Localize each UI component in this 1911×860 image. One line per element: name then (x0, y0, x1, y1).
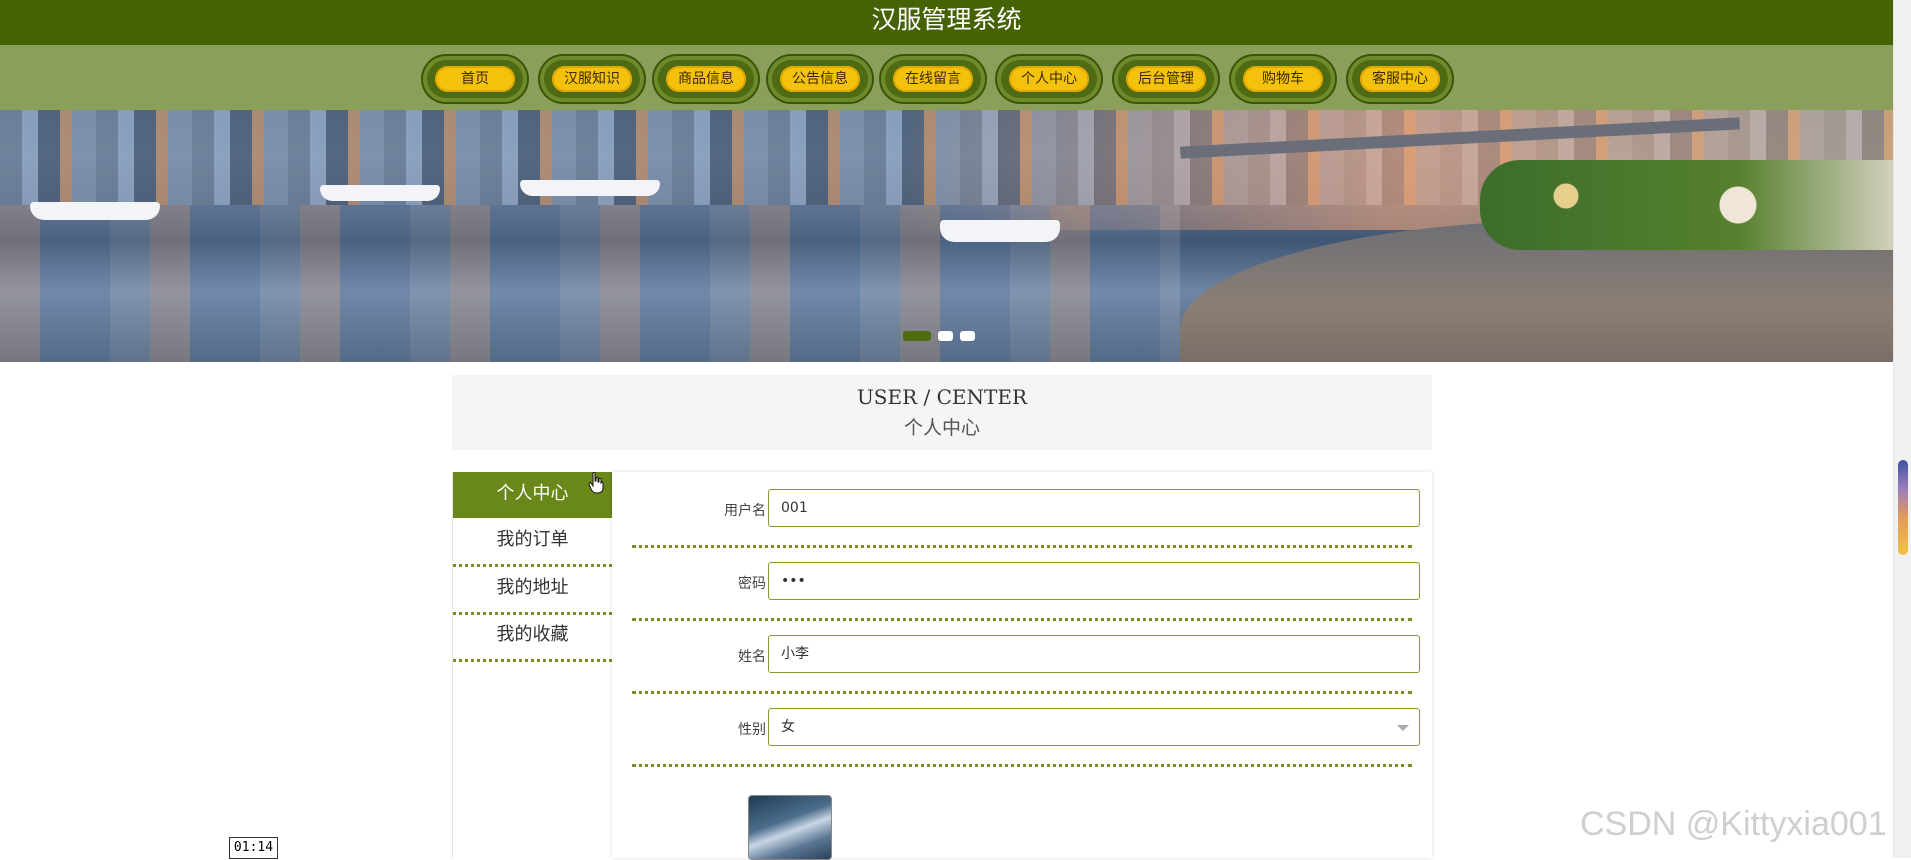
chevron-down-icon (1397, 725, 1409, 731)
banner-boat (30, 202, 160, 220)
nav-item-hanfu-knowledge[interactable]: 汉服知识 (540, 56, 644, 102)
banner-flowers (1480, 160, 1893, 250)
sidebar-item-orders[interactable]: 我的订单 (453, 518, 612, 567)
password-label: 密码 (738, 576, 766, 592)
sidebar: 个人中心 我的订单 我的地址 我的收藏 (452, 472, 612, 858)
nav-item-user-center[interactable]: 个人中心 (997, 56, 1101, 102)
section-title-en: USER / CENTER (856, 385, 1028, 409)
sidebar-item-label: 我的收藏 (496, 624, 569, 645)
section-title-cn: 个人中心 (903, 417, 980, 439)
nav-label: 个人中心 (1009, 66, 1089, 92)
nav-item-products[interactable]: 商品信息 (654, 56, 758, 102)
nav-item-customer-service[interactable]: 客服中心 (1348, 56, 1452, 102)
watermark: CSDN @Kittyxia001 (1580, 805, 1887, 843)
username-input[interactable]: 001 (768, 489, 1420, 527)
scrollbar-thumb[interactable] (1898, 460, 1908, 555)
scrollbar[interactable] (1893, 0, 1911, 858)
nav-item-home[interactable]: 首页 (423, 56, 527, 102)
banner-boat (320, 185, 440, 201)
carousel-dot[interactable] (960, 331, 975, 341)
section-header: USER / CENTER 个人中心 (452, 375, 1432, 450)
avatar[interactable] (748, 795, 832, 860)
hand-cursor-icon (588, 472, 604, 494)
carousel-dot-active[interactable] (903, 331, 931, 341)
sidebar-item-label: 我的订单 (496, 529, 569, 550)
nav-item-admin[interactable]: 后台管理 (1114, 56, 1218, 102)
nav-label: 购物车 (1243, 66, 1323, 92)
nav-label: 汉服知识 (552, 66, 632, 92)
nav-item-cart[interactable]: 购物车 (1231, 56, 1335, 102)
name-label: 姓名 (738, 649, 766, 665)
nav-label: 客服中心 (1360, 66, 1440, 92)
form-row-gender: 性别 女 (632, 691, 1420, 767)
sidebar-item-label: 个人中心 (496, 483, 569, 504)
sidebar-item-favorites[interactable]: 我的收藏 (453, 613, 612, 662)
nav-item-messages[interactable]: 在线留言 (881, 56, 985, 102)
app-title: 汉服管理系统 (871, 5, 1022, 34)
banner-boat (940, 220, 1060, 242)
nav-label: 首页 (435, 66, 515, 92)
app-header: 汉服管理系统 (0, 0, 1893, 45)
nav-label: 后台管理 (1126, 66, 1206, 92)
nav-label: 在线留言 (893, 66, 973, 92)
nav-label: 商品信息 (666, 66, 746, 92)
form-row-name: 姓名 小李 (632, 618, 1420, 694)
banner-boat (520, 180, 660, 196)
sidebar-item-label: 我的地址 (496, 577, 569, 598)
form-row-password: 密码 ••• (632, 545, 1420, 621)
form-row-username: 用户名 001 (632, 472, 1420, 548)
name-input[interactable]: 小李 (768, 635, 1420, 673)
carousel-dot[interactable] (938, 331, 953, 341)
gender-label: 性别 (738, 722, 766, 738)
nav-item-notices[interactable]: 公告信息 (768, 56, 872, 102)
gender-select-value: 女 (781, 719, 795, 735)
profile-form: 用户名 001 密码 ••• 姓名 小李 性别 女 (612, 472, 1432, 858)
timer: 01:14 (229, 837, 278, 859)
nav-label: 公告信息 (780, 66, 860, 92)
password-input[interactable]: ••• (768, 562, 1420, 600)
banner-carousel[interactable] (0, 110, 1893, 362)
username-label: 用户名 (724, 503, 766, 519)
gender-select[interactable]: 女 (768, 708, 1420, 746)
sidebar-item-address[interactable]: 我的地址 (453, 566, 612, 615)
